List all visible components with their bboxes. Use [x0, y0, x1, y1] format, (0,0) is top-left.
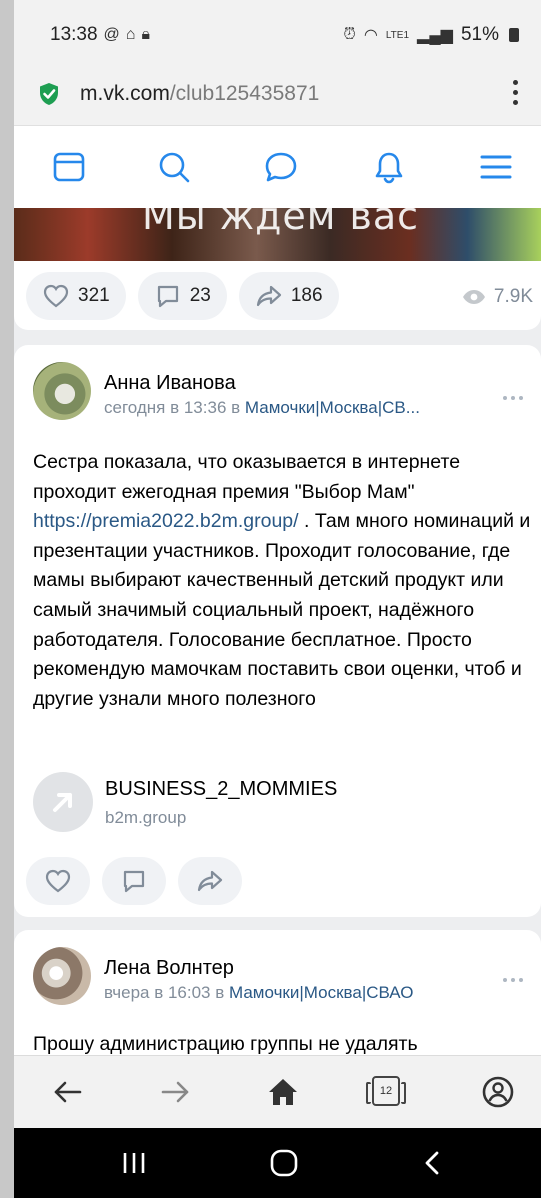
share-count: 186	[290, 285, 323, 306]
post-time: вчера в 16:03 в	[104, 983, 225, 1002]
post-meta: сегодня в 13:36 в Мамочки|Москва|СВ...	[104, 398, 420, 418]
post-text-part1: Сестра показала, что оказывается в интер…	[33, 451, 461, 503]
browser-menu-icon[interactable]	[513, 80, 519, 105]
battery-icon	[509, 28, 519, 42]
browser-toolbar: 12	[14, 1055, 541, 1128]
views-count: 7.9K	[493, 286, 533, 307]
notifications-icon[interactable]	[372, 150, 406, 184]
group-link[interactable]: Мамочки|Москва|СВ...	[245, 398, 420, 417]
post-card: Мы ждем вас 321 23 186 7.9K	[14, 208, 541, 330]
home-icon[interactable]	[265, 1074, 301, 1110]
views-counter: 7.9K	[462, 286, 533, 308]
comment-icon	[157, 285, 178, 308]
comment-button[interactable]	[102, 857, 166, 905]
like-button[interactable]	[26, 857, 90, 905]
back-nav-icon[interactable]	[419, 1149, 447, 1177]
post-text: Сестра показала, что оказывается в интер…	[33, 448, 533, 714]
url-text[interactable]: m.vk.com/club125435871	[80, 82, 319, 106]
heart-icon	[45, 869, 71, 893]
post-card: Лена Волнтер вчера в 16:03 в Мамочки|Мос…	[14, 930, 541, 1070]
link-arrow-icon	[33, 772, 93, 832]
signal-icon: ▂▄▆	[417, 27, 453, 44]
heart-icon	[43, 284, 69, 308]
post-link[interactable]: https://premia2022.b2m.group/	[33, 510, 299, 532]
url-domain: m.vk.com	[80, 82, 170, 105]
lock-icon: 🔒︎	[141, 26, 150, 43]
system-nav-bar	[14, 1128, 541, 1198]
post-meta: вчера в 16:03 в Мамочки|Москва|СВАО	[104, 983, 413, 1003]
post-time: сегодня в 13:36 в	[104, 398, 241, 417]
status-bar: 13:38 @ ⌂ 🔒︎ ⏰︎ ◠ LTE1 ▂▄▆ 51%	[14, 0, 541, 70]
author-name[interactable]: Лена Волнтер	[104, 957, 234, 980]
author-avatar[interactable]	[33, 362, 91, 420]
post-image[interactable]: Мы ждем вас	[14, 208, 541, 261]
messages-icon[interactable]	[264, 150, 298, 184]
browser-url-bar[interactable]: m.vk.com/club125435871	[14, 70, 541, 126]
status-time: 13:38	[50, 24, 98, 45]
network-type: LTE1	[385, 29, 410, 41]
group-link[interactable]: Мамочки|Москва|СВАО	[229, 983, 413, 1002]
author-avatar[interactable]	[33, 947, 91, 1005]
phone-screen: 13:38 @ ⌂ 🔒︎ ⏰︎ ◠ LTE1 ▂▄▆ 51% m.vk.com/…	[14, 0, 541, 1198]
post-actions	[26, 857, 242, 905]
more-options-icon[interactable]	[503, 396, 523, 400]
comment-icon	[123, 870, 145, 893]
home-notification-icon: ⌂	[125, 26, 136, 43]
comment-count: 23	[189, 285, 211, 306]
eye-icon	[462, 290, 485, 304]
tabs-button[interactable]: 12	[366, 1076, 406, 1106]
comment-button[interactable]: 23	[137, 272, 227, 320]
alarm-icon: ⏰︎	[343, 26, 356, 43]
like-count: 321	[78, 285, 110, 306]
url-path: /club125435871	[169, 82, 320, 105]
at-icon: @	[103, 26, 120, 43]
secure-shield-icon	[40, 83, 58, 105]
link-attachment[interactable]: BUSINESS_2_MOMMIES b2m.group	[33, 772, 523, 834]
like-button[interactable]: 321	[26, 272, 126, 320]
share-button[interactable]: 186	[238, 272, 339, 320]
post-text-part2: . Там много номинаций и презентации учас…	[33, 510, 531, 710]
link-title: BUSINESS_2_MOMMIES	[105, 778, 338, 800]
post-actions: 321 23 186	[26, 272, 339, 320]
newsfeed-icon[interactable]	[52, 150, 86, 184]
share-icon	[256, 285, 281, 307]
home-nav-icon[interactable]	[269, 1148, 299, 1178]
share-icon	[197, 870, 223, 892]
vk-top-nav	[14, 126, 541, 209]
recent-apps-icon[interactable]	[121, 1150, 147, 1176]
menu-icon[interactable]	[479, 150, 513, 184]
forward-arrow-icon[interactable]	[157, 1074, 193, 1110]
post-image-caption: Мы ждем вас	[142, 208, 420, 238]
more-options-icon[interactable]	[503, 978, 523, 982]
share-button[interactable]	[178, 857, 242, 905]
search-icon[interactable]	[157, 150, 191, 184]
post-card: Анна Иванова сегодня в 13:36 в Мамочки|М…	[14, 345, 541, 917]
wifi-icon: ◠	[363, 27, 378, 44]
profile-icon[interactable]	[480, 1074, 516, 1110]
battery-percent: 51%	[460, 24, 499, 45]
back-arrow-icon[interactable]	[50, 1074, 86, 1110]
author-name[interactable]: Анна Иванова	[104, 372, 236, 395]
link-domain: b2m.group	[105, 808, 187, 827]
